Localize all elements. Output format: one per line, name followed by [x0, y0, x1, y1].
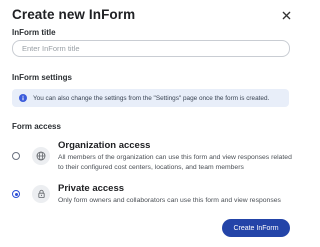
private-access-description: Only form owners and collaborators can u… [58, 197, 281, 204]
globe-icon [36, 151, 46, 161]
organization-access-radio[interactable] [12, 152, 20, 160]
settings-label: InForm settings [12, 73, 73, 82]
private-access-icon-wrap [32, 185, 50, 203]
close-icon [282, 11, 290, 19]
organization-access-title: Organization access [58, 140, 151, 151]
title-field-label: InForm title [12, 28, 56, 37]
info-icon [19, 94, 27, 102]
close-button[interactable] [280, 9, 292, 21]
access-label: Form access [12, 122, 61, 131]
private-access-title: Private access [58, 183, 125, 194]
info-banner: You can also change the settings from th… [12, 89, 289, 107]
info-banner-text: You can also change the settings from th… [33, 94, 270, 102]
create-inform-button[interactable]: Create InForm [222, 219, 290, 237]
organization-access-icon-wrap [32, 147, 50, 165]
organization-access-description: All members of the organization can use … [58, 154, 292, 171]
dialog-title: Create new InForm [12, 7, 136, 22]
title-input[interactable] [12, 40, 290, 57]
private-access-radio[interactable] [12, 190, 20, 198]
lock-icon [37, 189, 45, 198]
